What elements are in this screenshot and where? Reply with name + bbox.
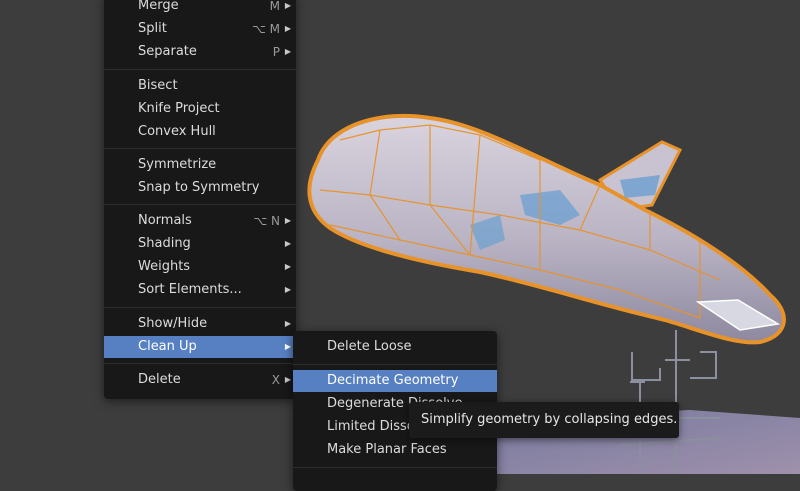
menu-item-label: Weights	[138, 259, 191, 274]
menu-item-convex-hull[interactable]: Convex Hull	[104, 121, 296, 143]
menu-item-label: Shading	[138, 236, 191, 251]
menu-item-show-hide[interactable]: Show/Hide ▶	[104, 313, 296, 335]
menu-separator	[104, 69, 296, 70]
shortcut-hint: X	[271, 373, 280, 387]
shortcut-hint: P	[272, 45, 280, 59]
menu-item-separate[interactable]: Separate P ▶	[104, 41, 296, 63]
menu-separator	[104, 204, 296, 205]
menu-item-label: Normals	[138, 213, 192, 228]
menu-separator	[293, 364, 497, 365]
menu-item-shading[interactable]: Shading ▶	[104, 233, 296, 255]
menu-item-decimate-geometry[interactable]: Decimate Geometry	[293, 370, 497, 392]
menu-item-label: Bisect	[138, 78, 178, 93]
menu-item-label: Sort Elements...	[138, 282, 242, 297]
tooltip: Simplify geometry by collapsing edges.	[409, 402, 679, 438]
submenu-arrow-icon: ▶	[284, 1, 291, 10]
submenu-arrow-icon: ▶	[284, 47, 291, 56]
mesh-context-menu: Merge M ▶ Split ⌥ M ▶ Separate P ▶ Bisect Knif…	[104, 0, 296, 399]
menu-item-label: Split	[138, 21, 167, 36]
submenu-arrow-icon: ▶	[284, 239, 291, 248]
menu-item-label: Separate	[138, 44, 197, 59]
submenu-arrow-icon: ▶	[284, 319, 291, 328]
submenu-arrow-icon: ▶	[284, 24, 291, 33]
menu-item-label: Clean Up	[138, 339, 197, 354]
menu-item-label: Snap to Symmetry	[138, 180, 260, 195]
menu-item-label: Decimate Geometry	[327, 373, 459, 388]
shortcut-hint: ⌥ M	[252, 22, 280, 36]
menu-item-merge[interactable]: Merge M ▶	[104, 0, 296, 17]
menu-item-normals[interactable]: Normals ⌥ N ▶	[104, 210, 296, 232]
menu-item-split[interactable]: Split ⌥ M ▶	[104, 18, 296, 40]
menu-item-label: Knife Project	[138, 101, 220, 116]
submenu-arrow-icon: ▶	[284, 342, 291, 351]
menu-item-knife-project[interactable]: Knife Project	[104, 98, 296, 120]
menu-item-label: Show/Hide	[138, 316, 208, 331]
menu-item-label: Make Planar Faces	[327, 442, 447, 457]
menu-item-delete-loose[interactable]: Delete Loose	[293, 336, 497, 358]
menu-item-label: Symmetrize	[138, 157, 217, 172]
menu-item-label: Convex Hull	[138, 124, 216, 139]
menu-item-label: Delete	[138, 372, 181, 387]
menu-separator	[293, 467, 497, 468]
submenu-arrow-icon: ▶	[284, 375, 291, 384]
menu-item-delete[interactable]: Delete X ▶	[104, 369, 296, 391]
menu-item-clean-up[interactable]: Clean Up ▶	[104, 336, 296, 358]
menu-item-make-planar-faces[interactable]: Make Planar Faces	[293, 439, 497, 461]
submenu-arrow-icon: ▶	[284, 262, 291, 271]
menu-item-label: Merge	[138, 0, 179, 13]
menu-separator	[104, 307, 296, 308]
shortcut-hint: ⌥ N	[253, 214, 280, 228]
menu-item-label: Delete Loose	[327, 339, 412, 354]
menu-item-symmetrize[interactable]: Symmetrize	[104, 154, 296, 176]
shortcut-hint: M	[269, 0, 280, 13]
submenu-arrow-icon: ▶	[284, 285, 291, 294]
menu-item-sort-elements[interactable]: Sort Elements... ▶	[104, 279, 296, 301]
menu-item-snap-to-symmetry[interactable]: Snap to Symmetry	[104, 177, 296, 199]
menu-item-weights[interactable]: Weights ▶	[104, 256, 296, 278]
menu-item-bisect[interactable]: Bisect	[104, 75, 296, 97]
menu-separator	[104, 148, 296, 149]
menu-separator	[104, 363, 296, 364]
submenu-arrow-icon: ▶	[284, 216, 291, 225]
